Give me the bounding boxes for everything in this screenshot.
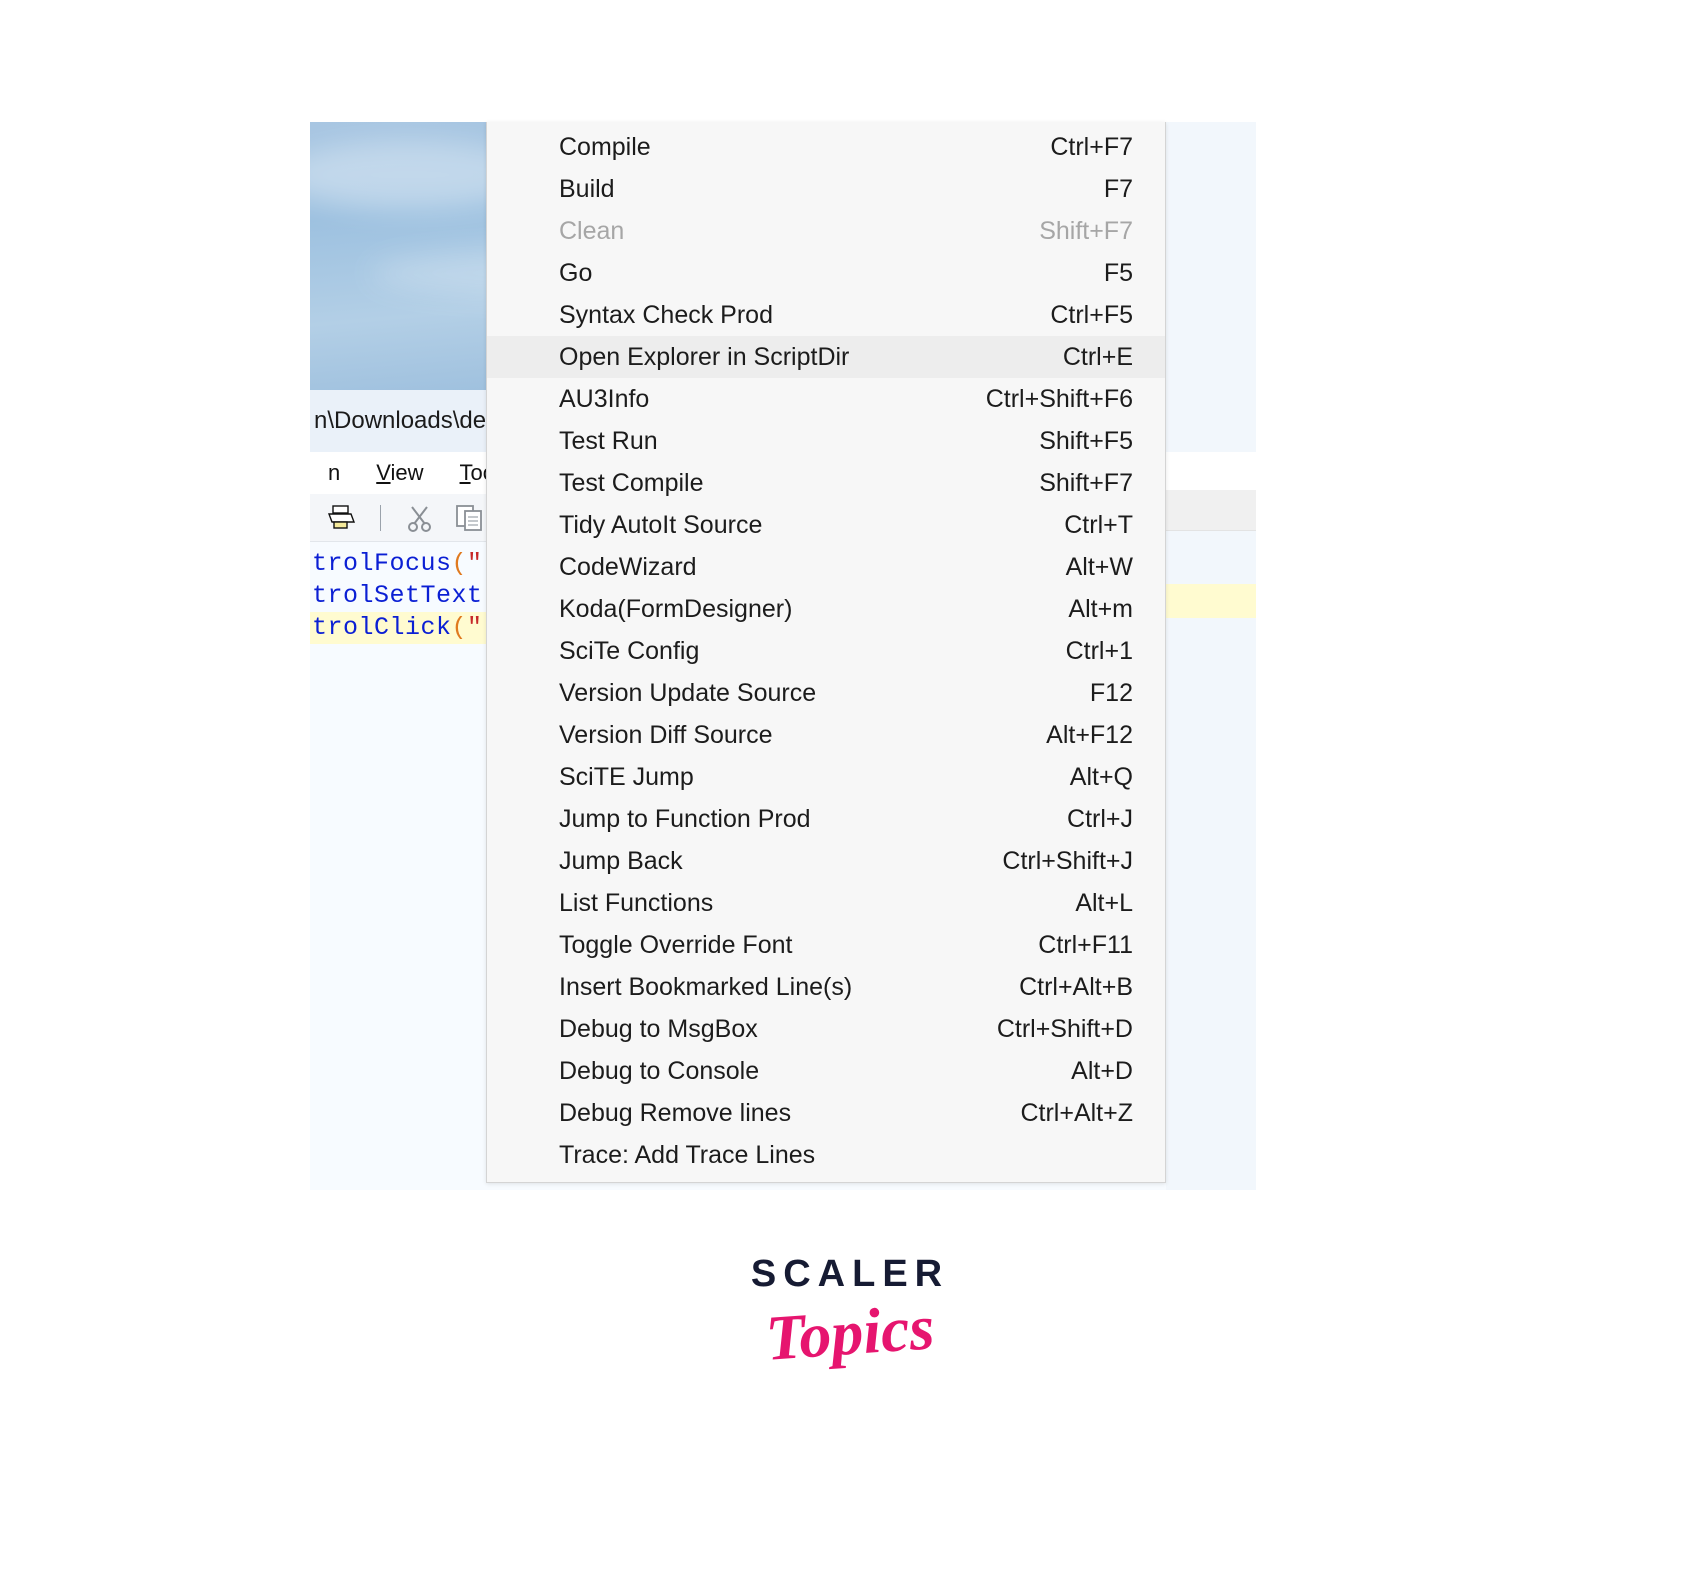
menu-item-label: Trace: Add Trace Lines xyxy=(559,1140,816,1169)
menu-item-shortcut: Alt+Q xyxy=(1069,762,1133,791)
right-panel-row xyxy=(1166,452,1256,490)
editor-right-panel xyxy=(1166,122,1256,1190)
menu-item-shortcut: Ctrl+E xyxy=(1062,342,1133,371)
menu-item-label: Debug to Console xyxy=(559,1056,760,1085)
menu-item-view[interactable]: View xyxy=(358,460,441,486)
menu-item-label: CodeWizard xyxy=(559,552,697,581)
menu-item-label: Jump Back xyxy=(559,846,683,875)
menu-item-label: Test Compile xyxy=(559,468,704,497)
menu-item-window[interactable]: n xyxy=(310,460,358,486)
menu-item[interactable]: Jump Back Ctrl+Shift+J xyxy=(487,840,1165,882)
menu-item-label: Debug Remove lines xyxy=(559,1098,792,1127)
menu-item[interactable]: SciTE Jump Alt+Q xyxy=(487,756,1165,798)
menu-item-shortcut: Ctrl+J xyxy=(1067,804,1133,833)
menu-item[interactable]: Version Diff Source Alt+F12 xyxy=(487,714,1165,756)
menu-item[interactable]: Debug to Console Alt+D xyxy=(487,1050,1165,1092)
menu-item-label: Koda(FormDesigner) xyxy=(559,594,793,623)
menu-item-shortcut: Ctrl+Shift+J xyxy=(1002,846,1133,875)
menu-item-shortcut: Ctrl+F11 xyxy=(1038,930,1133,959)
menu-item[interactable]: CodeWizard Alt+W xyxy=(487,546,1165,588)
file-path-text: n\Downloads\dem xyxy=(314,407,507,434)
menu-item-shortcut: F12 xyxy=(1089,678,1133,707)
print-icon[interactable] xyxy=(324,502,358,534)
menu-item-shortcut: Ctrl+Shift+D xyxy=(996,1014,1133,1043)
menu-item-label: Tidy AutoIt Source xyxy=(559,510,763,539)
menu-item[interactable]: Jump to Function Prod Ctrl+J xyxy=(487,798,1165,840)
menu-item-shortcut: Shift+F7 xyxy=(1039,216,1133,245)
menu-item-shortcut: Ctrl+1 xyxy=(1065,636,1133,665)
menu-item-shortcut: Shift+F7 xyxy=(1039,468,1133,497)
copy-icon[interactable] xyxy=(453,502,487,534)
menu-item-label: Syntax Check Prod xyxy=(559,300,773,329)
right-panel-highlight-row xyxy=(1166,584,1256,618)
menu-item-shortcut: Alt+W xyxy=(1065,552,1133,581)
menu-item-shortcut: Ctrl+Shift+F6 xyxy=(985,384,1133,413)
menu-item-shortcut: Alt+D xyxy=(1071,1056,1133,1085)
menu-item-shortcut: Ctrl+F7 xyxy=(1050,132,1133,161)
menu-item[interactable]: Debug Remove lines Ctrl+Alt+Z xyxy=(487,1092,1165,1134)
menu-item-label: Toggle Override Font xyxy=(559,930,793,959)
menu-item[interactable]: SciTe Config Ctrl+1 xyxy=(487,630,1165,672)
menu-item[interactable]: Test Compile Shift+F7 xyxy=(487,462,1165,504)
menu-item-shortcut: F5 xyxy=(1103,258,1133,287)
menu-item-shortcut: Shift+F5 xyxy=(1039,426,1133,455)
menu-item-label: Open Explorer in ScriptDir xyxy=(559,342,850,371)
scaler-topics-logo: SCALER Topics xyxy=(0,1255,1700,1374)
menu-item-shortcut: Ctrl+Alt+B xyxy=(1019,972,1133,1001)
menu-item[interactable]: Tidy AutoIt Source Ctrl+T xyxy=(487,504,1165,546)
menu-item-label: Debug to MsgBox xyxy=(559,1014,758,1043)
menu-item-shortcut: Ctrl+Alt+Z xyxy=(1020,1098,1133,1127)
cut-icon[interactable] xyxy=(403,502,437,534)
menu-item-label: Build xyxy=(559,174,615,203)
menu-item-label: Compile xyxy=(559,132,651,161)
menu-item-shortcut: Ctrl+T xyxy=(1064,510,1133,539)
menu-item-label: Version Update Source xyxy=(559,678,817,707)
menu-item[interactable]: Test Run Shift+F5 xyxy=(487,420,1165,462)
menu-item[interactable]: List Functions Alt+L xyxy=(487,882,1165,924)
menu-item-shortcut: F7 xyxy=(1103,174,1133,203)
toolbar-separator xyxy=(380,504,381,531)
menu-item-label: Test Run xyxy=(559,426,658,455)
menu-item[interactable]: Compile Ctrl+F7 xyxy=(487,126,1165,168)
menu-item-label: Go xyxy=(559,258,593,287)
menu-item[interactable]: Go F5 xyxy=(487,252,1165,294)
menu-item[interactable]: AU3Info Ctrl+Shift+F6 xyxy=(487,378,1165,420)
menu-item-label: List Functions xyxy=(559,888,714,917)
menu-item[interactable]: Koda(FormDesigner) Alt+m xyxy=(487,588,1165,630)
tools-popup-menu[interactable]: Compile Ctrl+F7 Build F7 Clean Shift+F7 Go F5 Sy… xyxy=(486,122,1166,1183)
menu-item: Clean Shift+F7 xyxy=(487,210,1165,252)
menu-item-label: Jump to Function Prod xyxy=(559,804,811,833)
menu-item[interactable]: Syntax Check Prod Ctrl+F5 xyxy=(487,294,1165,336)
menu-item-label: AU3Info xyxy=(559,384,650,413)
menu-item-label: Version Diff Source xyxy=(559,720,773,749)
right-panel-row xyxy=(1166,490,1256,531)
menu-item[interactable]: Insert Bookmarked Line(s) Ctrl+Alt+B xyxy=(487,966,1165,1008)
menu-item-shortcut: Alt+m xyxy=(1068,594,1133,623)
menu-item-label: Insert Bookmarked Line(s) xyxy=(559,972,853,1001)
menu-item-label: SciTe Config xyxy=(559,636,700,665)
menu-item[interactable]: Build F7 xyxy=(487,168,1165,210)
menu-item-shortcut: Ctrl+F5 xyxy=(1050,300,1133,329)
menu-item-shortcut: Alt+L xyxy=(1075,888,1133,917)
menu-item[interactable]: Version Update Source F12 xyxy=(487,672,1165,714)
menu-item[interactable]: Toggle Override Font Ctrl+F11 xyxy=(487,924,1165,966)
menu-item[interactable]: Trace: Add Trace Lines xyxy=(487,1134,1165,1176)
menu-item[interactable]: Debug to MsgBox Ctrl+Shift+D xyxy=(487,1008,1165,1050)
menu-item[interactable]: Open Explorer in ScriptDir Ctrl+E xyxy=(487,336,1165,378)
menu-item-label: SciTE Jump xyxy=(559,762,694,791)
menu-item-label: Clean xyxy=(559,216,625,245)
menu-item-shortcut: Alt+F12 xyxy=(1046,720,1133,749)
